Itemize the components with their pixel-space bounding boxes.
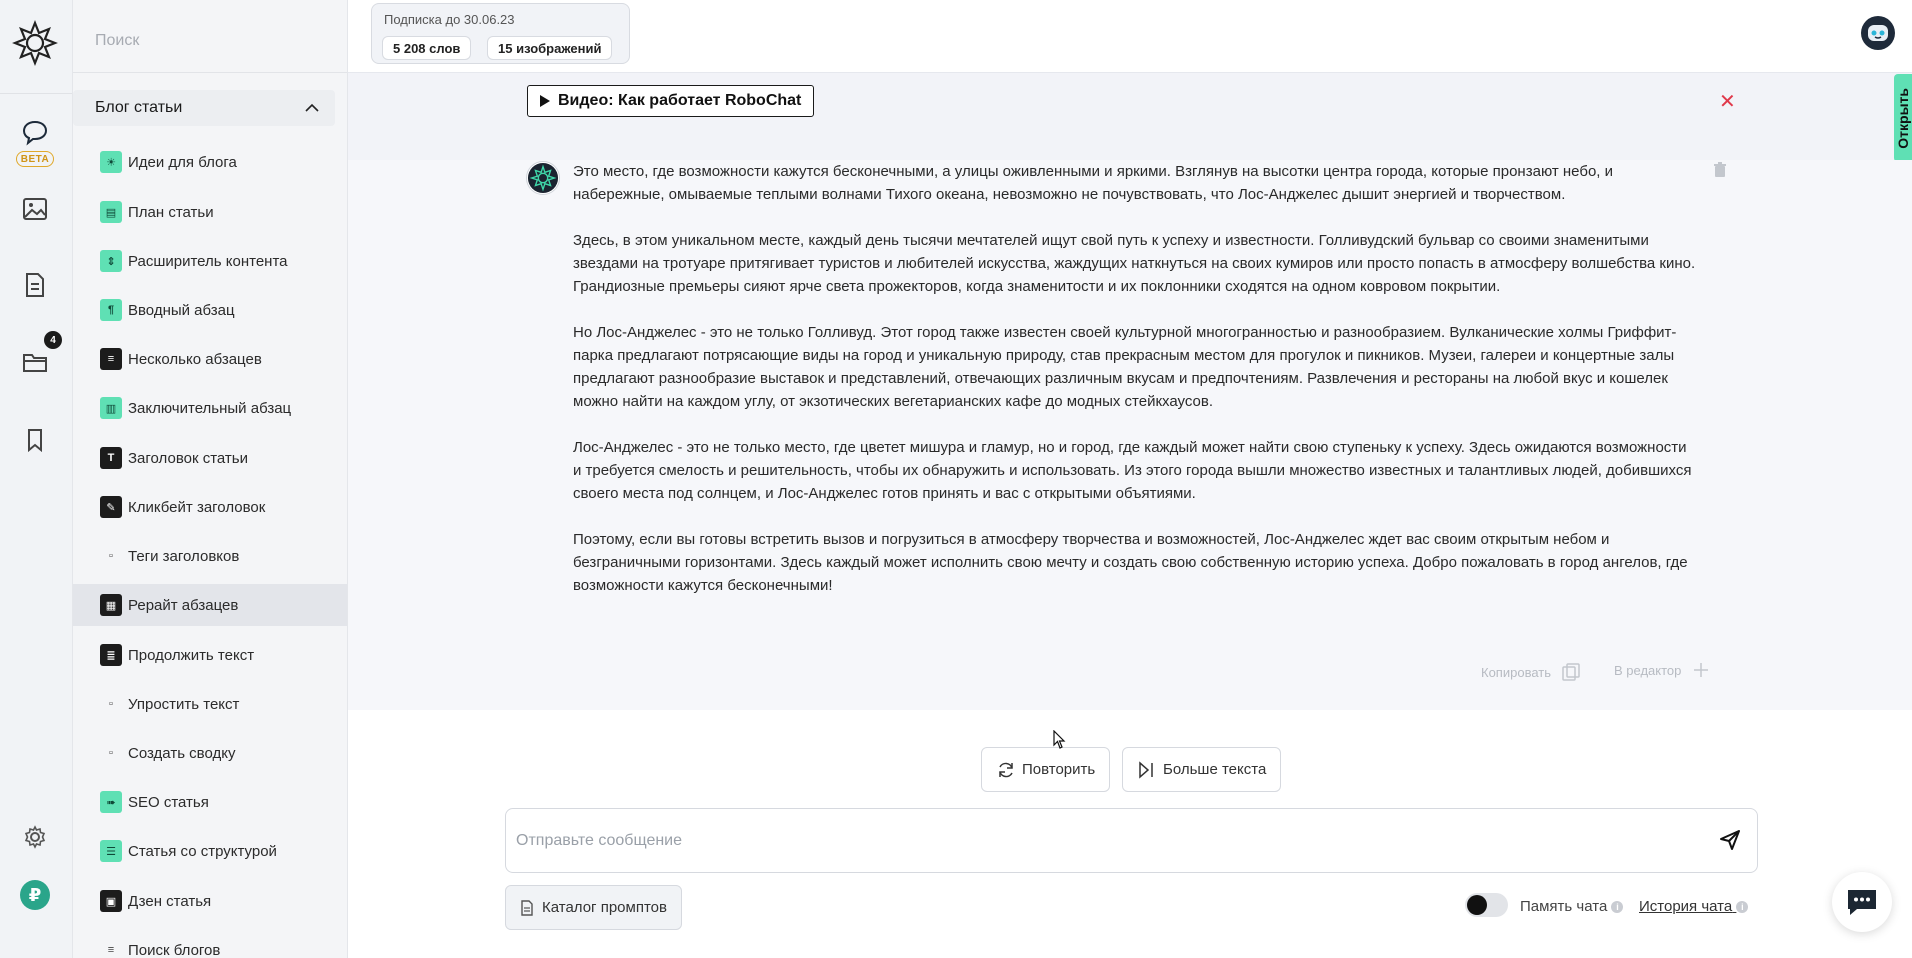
beta-badge: BETA (16, 151, 54, 167)
chat-icon[interactable] (18, 115, 52, 149)
message-paragraph: Лос-Анджелес - это не только место, где … (573, 439, 1692, 502)
bot-avatar-icon (526, 161, 560, 195)
mouse-cursor-icon (1053, 730, 1066, 749)
settings-gear-icon[interactable] (18, 820, 52, 854)
sidebar-item-create-summary[interactable]: ▫ Создать сводку (73, 732, 347, 774)
sidebar-item-clickbait-title[interactable]: ✎ Кликбейт заголовок (73, 486, 347, 528)
sidebar-item-article-plan[interactable]: ▤ План статьи (73, 191, 347, 233)
sidebar-item-intro-paragraph[interactable]: ¶ Вводный абзац (73, 289, 347, 331)
rail-divider (0, 93, 72, 94)
bookmark-icon[interactable] (18, 423, 52, 457)
close-banner-icon[interactable]: ✕ (1719, 89, 1736, 114)
document-icon[interactable] (18, 268, 52, 302)
title-icon: T (100, 447, 122, 469)
copy-button[interactable]: Копировать (1481, 662, 1581, 682)
sidebar-item-zen-article[interactable]: ▣ Дзен статья (73, 880, 347, 922)
message-paragraph: Но Лос-Анджелес - это не только Голливуд… (573, 324, 1677, 410)
refresh-icon (999, 762, 1013, 777)
images-balance: 15 изображений (487, 36, 613, 60)
plus-icon (1694, 663, 1709, 677)
trash-icon[interactable] (1713, 162, 1727, 178)
play-icon (540, 95, 550, 107)
subscription-title: Подписка до 30.06.23 (384, 12, 515, 27)
sidebar-item-several-paragraphs[interactable]: ≡ Несколько абзацев (73, 338, 347, 380)
chat-memory-toggle[interactable] (1465, 893, 1508, 917)
sidebar-item-final-paragraph[interactable]: ▥ Заключительный абзац (73, 387, 347, 429)
sidebar-item-simplify-text[interactable]: ▫ Упростить текст (73, 683, 347, 725)
message-input[interactable] (516, 827, 1696, 855)
simplify-icon: ▫ (109, 698, 113, 710)
message-paragraph: Здесь, в этом уникальном месте, каждый д… (573, 232, 1696, 295)
message-text: Это место, где возможности кажутся беско… (573, 160, 1698, 620)
folder-badge: 4 (44, 331, 62, 349)
icon-rail: BETA 4 ₽ (0, 0, 73, 958)
chat-memory-label: Память чата i (1520, 898, 1624, 915)
group-blog-articles[interactable]: Блог статьи (73, 90, 335, 126)
sidebar-divider (73, 72, 347, 73)
robochat-logo-icon[interactable] (12, 20, 58, 66)
sidebar-item-content-expander[interactable]: ⇕ Расширитель контента (73, 240, 347, 282)
expand-icon: ⇕ (100, 250, 122, 272)
structure-icon: ☰ (100, 840, 122, 862)
image-icon[interactable] (18, 192, 52, 226)
sidebar-item-structured-article[interactable]: ☰ Статья со структурой (73, 830, 347, 872)
sidebar-item-rewrite-paragraphs[interactable]: ▦ Рерайт абзацев (73, 584, 347, 626)
user-avatar[interactable] (1861, 16, 1895, 50)
message-paragraph: Это место, где возможности кажутся беско… (573, 163, 1614, 203)
send-icon[interactable] (1719, 829, 1741, 851)
paragraph-icon: ¶ (100, 299, 122, 321)
assistant-message: Это место, где возможности кажутся беско… (348, 160, 1912, 710)
message-composer (505, 808, 1758, 873)
prompt-catalog-button[interactable]: Каталог промптов (505, 885, 682, 930)
clipboard-icon: ▤ (100, 201, 122, 223)
message-paragraph: Поэтому, если вы готовы встретить вызов … (573, 531, 1688, 594)
next-icon (1139, 760, 1153, 779)
summary-icon: ▫ (109, 747, 113, 759)
sidebar-item-article-title[interactable]: T Заголовок статьи (73, 437, 347, 479)
info-icon[interactable]: i (1611, 901, 1624, 914)
lightbulb-icon: ☀ (100, 151, 122, 173)
document-icon (521, 899, 533, 916)
paragraphs-icon: ≡ (100, 348, 122, 370)
group-title: Блог статьи (95, 99, 183, 116)
clickbait-icon: ✎ (100, 496, 122, 518)
search-blogs-icon: ≡ (107, 944, 115, 956)
chat-bubble-icon (1848, 890, 1876, 915)
folder-icon[interactable] (18, 345, 52, 379)
open-panel-tab[interactable]: Открыть (1894, 74, 1912, 162)
continue-icon: ≣ (100, 644, 122, 666)
tags-icon: ▫ (109, 550, 113, 562)
ruble-payment-icon[interactable]: ₽ (20, 880, 50, 910)
video-button[interactable]: Видео: Как работает RoboChat (527, 85, 815, 117)
sidebar-item-blog-ideas[interactable]: ☀ Идеи для блога (73, 141, 347, 183)
video-banner: Видео: Как работает RoboChat ✕ (348, 72, 1912, 160)
to-editor-button[interactable]: В редактор (1614, 662, 1709, 678)
copy-icon (1562, 663, 1580, 681)
support-chat-button[interactable] (1832, 872, 1892, 932)
sidebar-item-continue-text[interactable]: ≣ Продолжить текст (73, 634, 347, 676)
info-icon[interactable]: i (1736, 901, 1749, 914)
chevron-up-icon (305, 103, 319, 112)
sidebar-item-seo-article[interactable]: ➠ SEO статья (73, 781, 347, 823)
rewrite-icon: ▦ (100, 594, 122, 616)
more-text-button[interactable]: Больше текста (1122, 747, 1282, 792)
sidebar-search[interactable]: Поиск (95, 32, 139, 50)
sidebar-item-title-tags[interactable]: ▫ Теги заголовков (73, 535, 347, 577)
subscription-card: Подписка до 30.06.23 5 208 слов 15 изобр… (371, 3, 630, 64)
sidebar-item-search-blogs[interactable]: ≡ Поиск блогов (73, 929, 347, 958)
retry-button[interactable]: Повторить (981, 747, 1111, 792)
words-balance: 5 208 слов (382, 36, 472, 60)
zen-icon: ▣ (100, 890, 122, 912)
toggle-knob (1467, 895, 1487, 915)
seo-icon: ➠ (100, 791, 122, 813)
chat-history-link[interactable]: История чата i (1639, 898, 1749, 915)
tools-sidebar: Поиск Блог статьи ☀ Идеи для блога ▤ План … (73, 0, 348, 958)
final-paragraph-icon: ▥ (100, 397, 122, 419)
